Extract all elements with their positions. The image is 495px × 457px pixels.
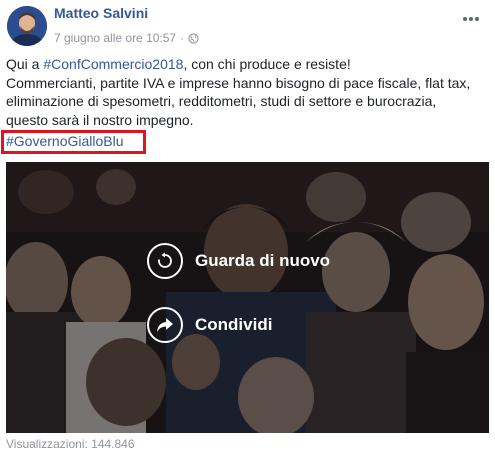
- share-icon: [147, 307, 183, 343]
- text-fragment: Qui a: [6, 56, 44, 72]
- share-button[interactable]: Condividi: [147, 307, 272, 343]
- post-text-line-4: questo sarà il nostro impegno.: [6, 111, 194, 128]
- post-meta: 7 giugno alle ore 10:57 ·: [54, 31, 199, 45]
- share-label: Condividi: [195, 315, 273, 334]
- video-end-overlay: [6, 162, 489, 433]
- avatar-image: [7, 6, 47, 46]
- post-header: Matteo Salvini 7 giugno alle ore 10:57 ·: [0, 0, 495, 56]
- post-text-line-3: eliminazione di spesometri, redditometri…: [6, 93, 437, 110]
- author-avatar[interactable]: [7, 6, 47, 46]
- hashtag-highlight-box: [1, 130, 146, 154]
- post-timestamp[interactable]: 7 giugno alle ore 10:57: [54, 31, 176, 45]
- post-text-line-1: Qui a #ConfCommercio2018, con chi produc…: [6, 55, 491, 74]
- meta-separator: ·: [180, 31, 185, 45]
- view-count: Visualizzazioni: 144.846: [6, 437, 135, 451]
- globe-icon[interactable]: [188, 32, 199, 44]
- replay-icon: [147, 243, 183, 279]
- facebook-post: Matteo Salvini 7 giugno alle ore 10:57 ·…: [0, 0, 495, 457]
- replay-button[interactable]: Guarda di nuovo: [147, 243, 330, 279]
- replay-label: Guarda di nuovo: [195, 251, 331, 270]
- post-text-line-2: Commercianti, partite IVA e imprese hann…: [6, 74, 471, 91]
- post-text: Qui a #ConfCommercio2018, con chi produc…: [6, 55, 491, 129]
- text-fragment: , con chi produce e resiste!: [183, 56, 351, 72]
- hashtag-confcommercio-link[interactable]: #ConfCommercio2018: [43, 56, 183, 72]
- video-player[interactable]: Guarda di nuovo Condividi: [6, 162, 489, 433]
- author-name[interactable]: Matteo Salvini: [54, 5, 148, 21]
- more-options-icon[interactable]: [463, 8, 481, 21]
